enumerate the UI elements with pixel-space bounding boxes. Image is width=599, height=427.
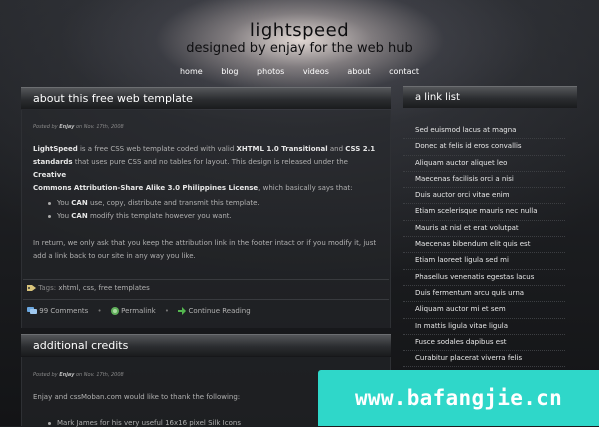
tag-links[interactable]: xhtml, css, free templates xyxy=(58,284,149,292)
sidebar-title: a link list xyxy=(403,86,577,108)
sidebar-link[interactable]: Maecenas bibendum elit quis est xyxy=(403,237,565,254)
arrow-right-icon xyxy=(178,307,187,315)
post-title-2[interactable]: additional credits xyxy=(21,334,391,356)
post-title[interactable]: about this free web template xyxy=(21,87,391,109)
post-paragraph-2: In return, we only ask that you keep the… xyxy=(33,239,377,260)
post-tags: Tags: xhtml, css, free templates xyxy=(27,284,150,292)
credits-paragraph: Enjay and cssMoban.com would like to tha… xyxy=(33,393,241,401)
post-paragraph: LightSpeed is a free CSS web template co… xyxy=(33,145,376,192)
sidebar-link[interactable]: Mauris at nisl et erat volutpat xyxy=(403,221,565,238)
sidebar-link[interactable]: Phasellus venenatis egestas lacus xyxy=(403,270,565,286)
comments-icon xyxy=(27,307,37,314)
list-item: You CAN use, copy, distribute and transm… xyxy=(48,199,260,207)
tag-icon xyxy=(27,285,36,291)
site-title[interactable]: lightspeed xyxy=(0,20,599,41)
brand-name: LightSpeed xyxy=(33,145,78,153)
continue-reading-link[interactable]: Continue Reading xyxy=(189,307,251,315)
license-link-2[interactable]: Commons Attribution-Share Alike 3.0 Phil… xyxy=(33,184,258,192)
post-meta-2: Posted by Enjay on Nov. 17th, 2008 xyxy=(33,372,124,378)
nav-photos[interactable]: photos xyxy=(257,67,284,76)
permalink-link[interactable]: Permalink xyxy=(121,307,156,315)
sidebar-link[interactable]: Duis auctor orci vitae enim xyxy=(403,188,565,205)
list-item: You CAN modify this template however you… xyxy=(48,212,232,220)
nav-contact[interactable]: contact xyxy=(389,67,419,76)
nav-videos[interactable]: videos xyxy=(303,67,329,76)
post-author-link[interactable]: Enjay xyxy=(59,124,74,130)
post-actions: 99 Comments • Permalink • Continue Readi… xyxy=(27,307,251,315)
sidebar-link[interactable]: Maecenas facilisis orci a nisi xyxy=(403,172,565,189)
nav-about[interactable]: about xyxy=(347,67,370,76)
permalink-icon xyxy=(110,307,119,315)
bullet-icon xyxy=(48,201,51,205)
license-link[interactable]: Creative xyxy=(33,171,66,179)
sidebar-link[interactable]: Fusce sodales dapibus est xyxy=(403,335,565,352)
sidebar-link[interactable]: Curabitur placerat viverra felis xyxy=(403,351,565,368)
sidebar-link[interactable]: Aliquam auctor aliquet leo xyxy=(403,156,565,172)
comments-link[interactable]: 99 Comments xyxy=(39,307,88,315)
sidebar-link[interactable]: Etiam laoreet ligula sed mi xyxy=(403,253,565,270)
nav-blog[interactable]: blog xyxy=(221,67,238,76)
site-header: lightspeed designed by enjay for the web… xyxy=(0,0,599,90)
bullet-icon xyxy=(48,421,51,425)
sidebar-link[interactable]: Etiam scelerisque mauris nec nulla xyxy=(403,204,565,221)
post-meta: Posted by Enjay on Nov. 17th, 2008 xyxy=(33,124,124,130)
post-author-link[interactable]: Enjay xyxy=(59,372,74,378)
main-nav: home blog photos videos about contact xyxy=(0,67,599,76)
bullet-icon xyxy=(48,214,51,218)
sidebar-link-list: Sed euismod lacus at magna Donec at felis… xyxy=(403,123,565,368)
sidebar-link[interactable]: Sed euismod lacus at magna xyxy=(403,123,565,140)
sidebar-link[interactable]: Donec at felis id eros convallis xyxy=(403,139,565,156)
divider xyxy=(23,279,389,280)
site-tagline: designed by enjay for the web hub xyxy=(186,41,413,56)
css-link[interactable]: CSS 2.1 xyxy=(345,145,375,153)
sidebar-link[interactable]: Aliquam auctor mi et sem xyxy=(403,302,565,319)
sidebar-link[interactable]: In mattis ligula vitae ligula xyxy=(403,319,565,335)
sidebar-link[interactable]: Duis fermentum arcu quis urna xyxy=(403,286,565,303)
watermark-banner: www.bafangjie.cn xyxy=(318,370,599,426)
standards-link[interactable]: standards xyxy=(33,158,73,166)
nav-home[interactable]: home xyxy=(180,67,203,76)
xhtml-link[interactable]: XHTML 1.0 Transitional xyxy=(237,145,328,153)
divider xyxy=(23,299,389,300)
